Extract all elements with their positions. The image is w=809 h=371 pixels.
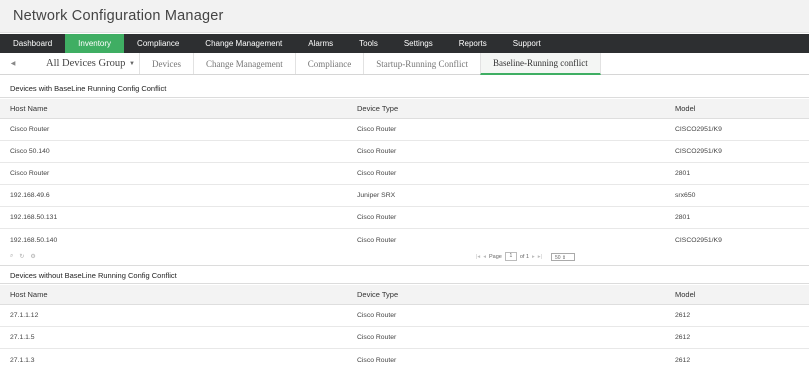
device-type-cell: Cisco Router [357,170,397,177]
page-label: Page [488,253,502,260]
table-row[interactable]: Cisco 50.140 Cisco Router CISCO2951/K9 [0,141,809,163]
tab-baseline-running-conflict[interactable]: Baseline-Running conflict [479,53,601,75]
host-name-cell: Cisco Router [10,170,50,177]
pager-bar: ⌕ ↻ ⚙ |◂ ◂ Page 1 of 1 ▸ ▸| 50 ⇕ [0,250,809,264]
refresh-icon[interactable]: ↻ [19,253,24,260]
chevron-down-icon: ▼ [129,60,135,67]
no-conflict-table-header: Host Name Device Type Model [0,285,809,305]
host-name-cell: 192.168.50.140 [10,236,58,244]
device-type-cell: Cisco Router [357,334,397,341]
nav-support[interactable]: Support [500,34,554,53]
nav-dashboard[interactable]: Dashboard [0,34,65,53]
host-name-cell: 192.168.49.6 [10,192,50,199]
model-cell: srx650 [675,192,696,199]
nav-reports[interactable]: Reports [446,34,500,53]
nav-compliance[interactable]: Compliance [124,34,192,53]
host-name-cell: Cisco Router [10,126,50,133]
model-cell: 2612 [675,312,691,319]
column-header-device-type[interactable]: Device Type [357,285,398,304]
column-header-host-name[interactable]: Host Name [10,285,48,304]
next-page-icon[interactable]: ▸ [532,254,535,260]
table-row[interactable]: 27.1.1.12 Cisco Router 2612 [0,305,809,327]
conflict-section-title: Devices with BaseLine Running Config Con… [0,79,809,98]
table-row[interactable]: 192.168.50.131 Cisco Router 2801 [0,207,809,229]
device-group-select[interactable]: All Devices Group ▼ [26,53,139,74]
device-group-label: All Devices Group [46,58,126,69]
page-count-label: of 1 [519,253,530,260]
model-cell: 2801 [675,170,691,177]
table-row[interactable]: Cisco Router Cisco Router 2801 [0,163,809,185]
model-cell: 2612 [675,334,691,341]
table-row[interactable]: 192.168.49.6 Juniper SRX srx650 [0,185,809,207]
nav-inventory[interactable]: Inventory [65,34,125,53]
tab-change-management[interactable]: Change Management [193,53,295,74]
device-type-cell: Cisco Router [357,126,397,133]
nav-change-management[interactable]: Change Management [192,34,295,53]
first-page-icon[interactable]: |◂ [476,254,480,260]
search-icon[interactable]: ⌕ [10,253,13,260]
scroll-left-icon[interactable]: ◀ [0,53,26,74]
device-type-cell: Cisco Router [357,312,397,319]
column-header-model[interactable]: Model [675,99,695,118]
previous-page-icon[interactable]: ◂ [483,254,486,260]
device-type-cell: Juniper SRX [357,192,396,199]
tab-startup-running-conflict[interactable]: Startup-Running Conflict [363,53,480,74]
main-nav: Dashboard Inventory Compliance Change Ma… [0,34,809,53]
device-type-cell: Cisco Router [357,236,397,244]
model-cell: CISCO2951/K9 [675,148,722,155]
model-cell: 2801 [675,214,691,221]
host-name-cell: Cisco 50.140 [10,148,50,155]
tab-devices[interactable]: Devices [139,53,193,74]
host-name-cell: 192.168.50.131 [10,214,58,221]
nav-settings[interactable]: Settings [391,34,446,53]
table-row[interactable]: 192.168.50.140 Cisco Router CISCO2951/K9 [0,229,809,251]
device-type-cell: Cisco Router [357,214,397,221]
nav-tools[interactable]: Tools [346,34,391,53]
host-name-cell: 27.1.1.5 [10,334,35,341]
table-row[interactable]: Cisco Router Cisco Router CISCO2951/K9 [0,119,809,141]
table-row[interactable]: 27.1.1.5 Cisco Router 2612 [0,327,809,349]
settings-icon[interactable]: ⚙ [30,253,35,260]
page-size-select[interactable]: 50 ⇕ [550,252,575,261]
device-type-cell: Cisco Router [357,148,397,155]
app-title: Network Configuration Manager [13,8,224,24]
column-header-device-type[interactable]: Device Type [357,99,398,118]
column-header-model[interactable]: Model [675,285,695,304]
page-number-input[interactable]: 1 [504,252,517,261]
page-size-value: 50 [554,254,561,261]
conflict-table-header: Host Name Device Type Model [0,99,809,119]
no-conflict-section-title: Devices without BaseLine Running Config … [0,265,809,284]
app-header: Network Configuration Manager [0,0,809,33]
host-name-cell: 27.1.1.12 [10,312,39,319]
tab-compliance[interactable]: Compliance [294,53,364,74]
model-cell: CISCO2951/K9 [675,126,722,133]
column-header-host-name[interactable]: Host Name [10,99,48,118]
model-cell: CISCO2951/K9 [675,236,722,244]
nav-alarms[interactable]: Alarms [295,34,346,53]
last-page-icon[interactable]: ▸| [538,254,542,260]
sub-tabs: ◀ All Devices Group ▼ Devices Change Man… [0,53,809,75]
